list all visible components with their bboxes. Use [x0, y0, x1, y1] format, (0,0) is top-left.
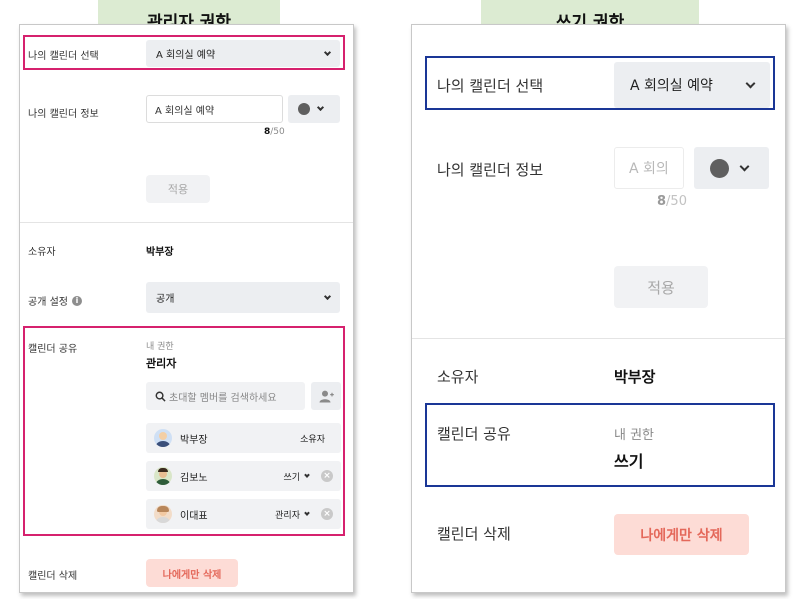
- char-count-current: 8: [657, 194, 667, 209]
- calendar-name-input[interactable]: A 회의: [614, 147, 684, 189]
- highlight-share-section: [23, 326, 345, 536]
- delete-for-me-button[interactable]: 나에게만 삭제: [614, 514, 749, 555]
- calendar-color-picker[interactable]: [288, 95, 340, 123]
- delete-label: 캘린더 삭제: [28, 571, 78, 582]
- section-divider: [20, 222, 353, 223]
- section-divider: [412, 338, 785, 339]
- calendar-color-picker[interactable]: [694, 147, 769, 189]
- char-count-max: /50: [270, 127, 285, 137]
- owner-label: 소유자: [28, 247, 56, 258]
- chevron-down-icon: [316, 103, 325, 112]
- highlight-select-calendar: [23, 35, 345, 70]
- char-counter: 8/50: [264, 127, 285, 137]
- char-count-max: /50: [666, 194, 687, 209]
- calendar-info-label: 나의 캘린더 정보: [28, 109, 99, 120]
- info-icon[interactable]: i: [71, 295, 82, 306]
- highlight-share-section: [425, 403, 775, 487]
- color-dot-icon: [298, 103, 310, 115]
- chevron-down-icon: [739, 161, 750, 171]
- chevron-down-icon: [323, 292, 332, 300]
- calendar-name-value: A 회의: [629, 161, 669, 177]
- owner-value: 박부장: [146, 247, 174, 258]
- delete-for-me-button[interactable]: 나에게만 삭제: [146, 559, 238, 587]
- color-dot-icon: [710, 158, 729, 178]
- calendar-info-label: 나의 캘린더 정보: [437, 161, 544, 179]
- owner-label: 소유자: [437, 368, 479, 386]
- char-counter: 8/50: [657, 194, 687, 209]
- apply-button[interactable]: 적용: [146, 175, 210, 203]
- calendar-name-value: A 회의실 예약: [155, 105, 215, 117]
- public-setting-label: 공개 설정 i: [28, 293, 82, 308]
- highlight-select-calendar: [425, 56, 775, 110]
- apply-button[interactable]: 적용: [614, 266, 708, 308]
- calendar-name-input[interactable]: A 회의실 예약: [146, 95, 283, 123]
- owner-value: 박부장: [614, 368, 656, 386]
- delete-label: 캘린더 삭제: [437, 525, 511, 543]
- public-setting-text: 공개 설정: [28, 297, 68, 308]
- public-setting-select[interactable]: 공개: [146, 282, 340, 313]
- public-setting-value: 공개: [156, 294, 175, 305]
